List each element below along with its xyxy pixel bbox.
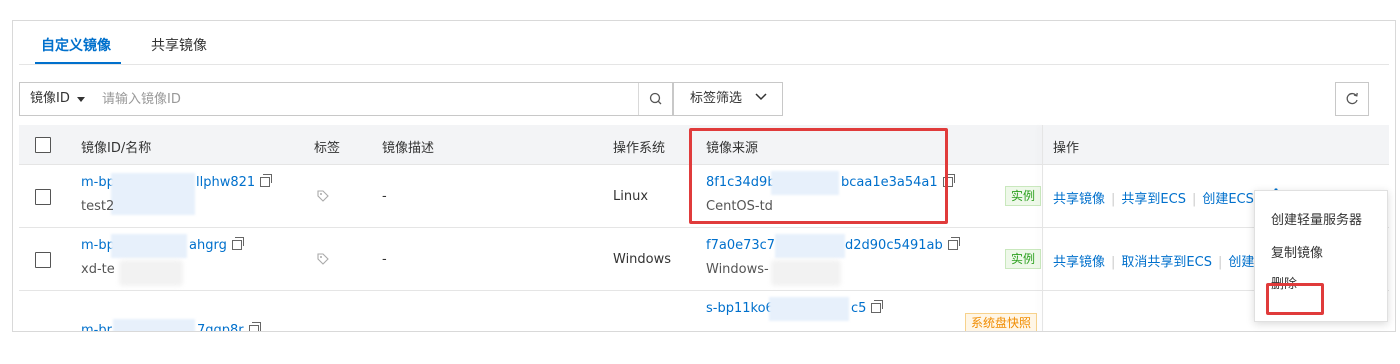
tag-filter-label: 标签筛选 <box>690 91 743 106</box>
col-os: 操作系统 <box>613 141 666 156</box>
image-id-prefix: m-bp <box>81 175 115 190</box>
image-list-panel: 自定义镜像 共享镜像 镜像ID 标签筛选 镜像ID/名称 <box>12 20 1396 332</box>
source-type-badge: 系统盘快照 <box>965 313 1038 331</box>
unshare-from-ecs-link[interactable]: 取消共享到ECS <box>1121 255 1212 270</box>
source-id-suffix: d2d90c5491ab <box>845 238 943 253</box>
tag-icon[interactable] <box>316 189 330 203</box>
copy-icon[interactable] <box>947 237 960 250</box>
source-id-link-tail[interactable]: c5 <box>851 300 884 316</box>
menu-copy-image[interactable]: 复制镜像 <box>1271 242 1323 261</box>
redacted-area <box>119 260 183 286</box>
image-id-link-tail[interactable]: llphw821 <box>196 174 273 190</box>
search-button[interactable] <box>638 83 672 115</box>
source-name: Windows- <box>706 262 769 277</box>
col-image-id-name: 镜像ID/名称 <box>81 141 152 156</box>
source-type-badge: 实例 <box>1005 186 1042 206</box>
source-column-highlight <box>689 128 948 224</box>
col-description: 镜像描述 <box>382 141 435 156</box>
search-field-label: 镜像ID <box>30 91 70 106</box>
redacted-area <box>771 260 841 286</box>
image-os: Linux <box>613 189 649 204</box>
copy-icon[interactable] <box>871 300 884 313</box>
image-id-link[interactable]: m-bp <box>81 238 115 253</box>
image-description: - <box>382 189 387 204</box>
share-image-link[interactable]: 共享镜像 <box>1053 255 1105 270</box>
col-tags: 标签 <box>314 141 341 156</box>
delete-highlight <box>1266 283 1324 315</box>
chevron-down-icon <box>755 93 767 101</box>
image-id-prefix: m-bp <box>81 238 115 253</box>
image-id-link[interactable]: m-br <box>81 323 112 332</box>
refresh-icon <box>1346 92 1358 105</box>
image-id-suffix: llphw821 <box>196 175 256 190</box>
search-icon <box>649 92 662 105</box>
search-box: 镜像ID <box>19 82 673 116</box>
table-row: m-bp ahgrg xd-te - Windows f7a0e73c7 d2d… <box>19 228 1389 291</box>
redacted-area <box>113 319 195 331</box>
table-row: s-bp11ko6 c5 系统盘快照 m-br 7ggp8r <box>19 291 1389 332</box>
tab-custom-images[interactable]: 自定义镜像 <box>41 35 111 55</box>
row-checkbox[interactable] <box>35 189 51 205</box>
caret-down-icon <box>77 97 85 102</box>
create-ecs-link[interactable]: 创建ECS <box>1202 192 1254 207</box>
image-id-link[interactable]: m-bp <box>81 175 115 190</box>
share-to-ecs-link[interactable]: 共享到ECS <box>1121 192 1186 207</box>
image-id-prefix: m-br <box>81 323 112 332</box>
redacted-area <box>111 234 187 258</box>
image-id-link-tail[interactable]: ahgrg <box>189 237 244 253</box>
menu-create-lightweight-server[interactable]: 创建轻量服务器 <box>1271 209 1362 228</box>
image-id-link-tail[interactable]: 7ggp8r <box>197 322 261 332</box>
share-image-link[interactable]: 共享镜像 <box>1053 192 1105 207</box>
tag-icon[interactable] <box>316 252 330 266</box>
col-actions: 操作 <box>1053 141 1080 156</box>
source-id-link[interactable]: s-bp11ko6 <box>706 301 774 316</box>
redacted-area <box>775 234 845 258</box>
source-type-badge: 实例 <box>1005 249 1042 269</box>
redacted-area <box>769 297 849 321</box>
active-tab-indicator <box>35 62 121 64</box>
actions-column-divider <box>1042 125 1043 331</box>
select-all-checkbox[interactable] <box>35 137 51 153</box>
source-id-suffix: c5 <box>851 301 867 316</box>
image-os: Windows <box>613 252 672 267</box>
row-actions: 共享镜像 | 取消共享到ECS | 创建EC <box>1053 255 1272 270</box>
copy-icon[interactable] <box>248 322 261 331</box>
source-id-link[interactable]: f7a0e73c7 <box>706 238 775 253</box>
image-id-suffix: 7ggp8r <box>197 323 244 332</box>
image-name: test2 <box>81 199 115 214</box>
tab-shared-images[interactable]: 共享镜像 <box>151 35 207 55</box>
tab-bar: 自定义镜像 共享镜像 <box>19 21 1389 65</box>
redacted-area <box>111 173 195 215</box>
row-actions: 共享镜像|共享到ECS|创建ECS| <box>1053 192 1264 207</box>
image-name: xd-te <box>81 262 115 277</box>
row-checkbox[interactable] <box>35 252 51 268</box>
image-description: - <box>382 252 387 267</box>
refresh-button[interactable] <box>1335 82 1369 116</box>
source-id-link-tail[interactable]: d2d90c5491ab <box>845 237 960 253</box>
copy-icon[interactable] <box>260 174 273 187</box>
copy-icon[interactable] <box>231 237 244 250</box>
image-id-suffix: ahgrg <box>189 238 227 253</box>
tag-filter-button[interactable]: 标签筛选 <box>673 82 783 116</box>
search-input[interactable] <box>102 87 622 111</box>
search-field-select[interactable]: 镜像ID <box>20 83 96 115</box>
